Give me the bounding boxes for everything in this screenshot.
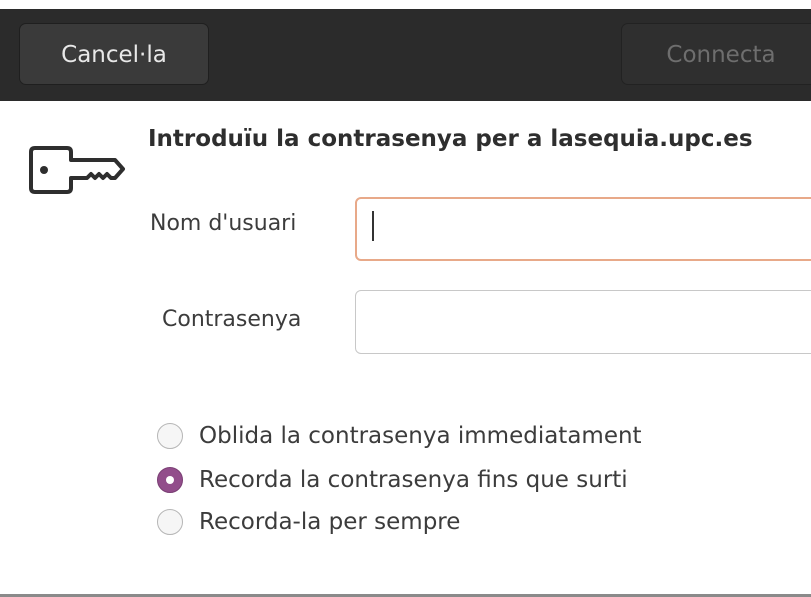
radio-button-checked[interactable] (157, 467, 183, 493)
connect-button[interactable]: Connecta (621, 23, 811, 85)
password-label: Contrasenya (162, 307, 302, 332)
window-top-edge (0, 0, 811, 9)
radio-button-unchecked[interactable] (157, 509, 183, 535)
radio-label[interactable]: Recorda la contrasenya fins que surti (199, 464, 628, 496)
text-cursor (372, 211, 374, 241)
dialog-headerbar: Cancel·la Connecta (0, 9, 811, 101)
radio-dot (166, 476, 174, 484)
password-dialog: Cancel·la Connecta Introduïu la contrase… (0, 0, 811, 597)
password-field[interactable] (355, 290, 811, 354)
dialog-title: Introduïu la contrasenya per a lasequia.… (148, 126, 753, 152)
radio-label[interactable]: Recorda-la per sempre (199, 506, 460, 538)
username-label: Nom d'usuari (150, 211, 297, 236)
key-icon (29, 146, 125, 194)
cancel-button[interactable]: Cancel·la (19, 23, 209, 85)
radio-label[interactable]: Oblida la contrasenya immediatament (199, 420, 642, 452)
radio-button-unchecked[interactable] (157, 423, 183, 449)
username-field[interactable] (355, 197, 811, 261)
